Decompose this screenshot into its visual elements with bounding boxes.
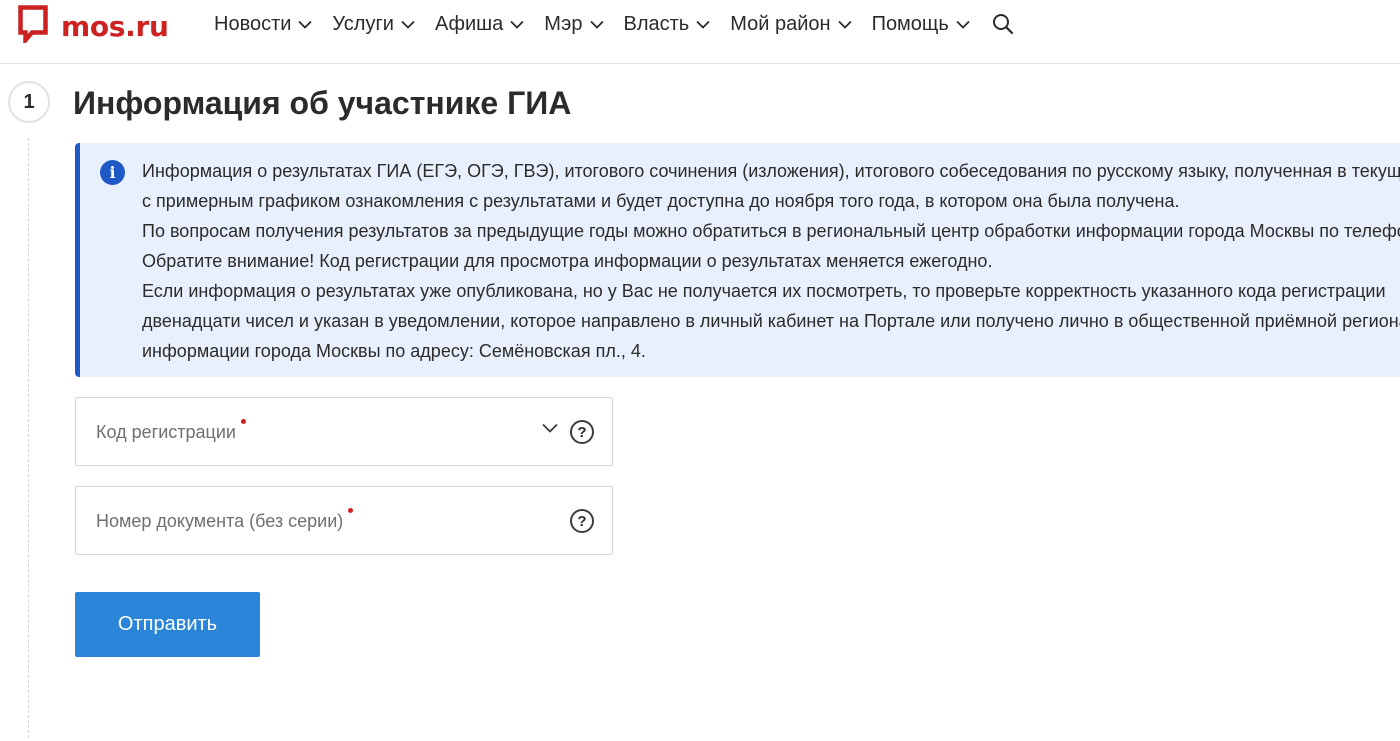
logo-icon [18,5,48,48]
submit-button[interactable]: Отправить [75,592,260,657]
info-icon: i [100,160,125,185]
step-number-text: 1 [23,90,35,113]
chevron-down-icon [401,20,415,29]
chevron-down-icon [589,20,604,29]
help-icon[interactable]: ? [570,420,594,444]
nav-item-my-district[interactable]: Мой район [730,12,852,36]
required-marker [240,419,246,424]
chevron-down-icon[interactable] [542,423,558,433]
step-connector-line [28,138,29,738]
step-number: 1 [8,81,50,123]
nav-item-label: Афиша [434,12,504,35]
required-marker [348,508,354,513]
nav-item-government[interactable]: Власть [624,12,711,36]
registration-code-label-text: Код регистрации [96,422,236,442]
page-title: Информация об участнике ГИА [73,85,572,121]
info-line: с примерным графиком ознакомления с резу… [142,191,1180,211]
chevron-down-icon [298,20,313,29]
nav-item-label: Власть [623,12,690,35]
search-button[interactable] [992,13,1014,35]
nav-item-label: Услуги [332,12,394,35]
document-number-label-text: Номер документа (без серии) [96,511,344,531]
search-icon [992,14,1013,35]
help-icon[interactable]: ? [570,509,594,533]
nav-item-label: Новости [214,12,292,35]
nav-item-label: Мэр [544,12,583,35]
info-line: Если информация о результатах уже опубли… [142,281,1386,301]
nav-item-events[interactable]: Афиша [435,12,524,36]
info-line: Обратите внимание! Код регистрации для п… [142,251,993,271]
registration-code-label: Код регистрации [96,419,246,443]
chevron-down-icon [956,20,970,29]
site-header: mos.ru Новости Услуги Афиша Мэр Власть М… [0,0,1400,64]
info-line: двенадцати чисел и указан в уведомлении,… [142,311,1400,331]
info-line: По вопросам получения результатов за пре… [142,221,1400,241]
document-number-field[interactable]: Номер документа (без серии) ? [75,486,613,555]
nav-item-label: Помощь [871,12,949,35]
site-logo[interactable]: mos.ru [18,5,169,48]
nav-item-services[interactable]: Услуги [332,12,415,36]
registration-code-field[interactable]: Код регистрации ? [75,397,613,466]
info-line: информации города Москвы по адресу: Семё… [142,341,646,361]
info-line: Информация о результатах ГИА (ЕГЭ, ОГЭ, … [142,161,1400,181]
logo-text: mos.ru [61,9,169,43]
nav-item-help[interactable]: Помощь [872,12,970,36]
nav-item-news[interactable]: Новости [214,12,313,36]
chevron-down-icon [837,20,852,29]
chevron-down-icon [696,20,710,29]
nav-item-mayor[interactable]: Мэр [544,12,604,36]
chevron-down-icon [510,20,524,29]
nav-item-label: Мой район [730,12,831,35]
main-nav: Новости Услуги Афиша Мэр Власть Мой райо… [214,12,1014,36]
info-notice: i Информация о результатах ГИА (ЕГЭ, ОГЭ… [75,143,1400,377]
info-notice-text: Информация о результатах ГИА (ЕГЭ, ОГЭ, … [142,156,1400,366]
document-number-label: Номер документа (без серии) [96,508,354,532]
